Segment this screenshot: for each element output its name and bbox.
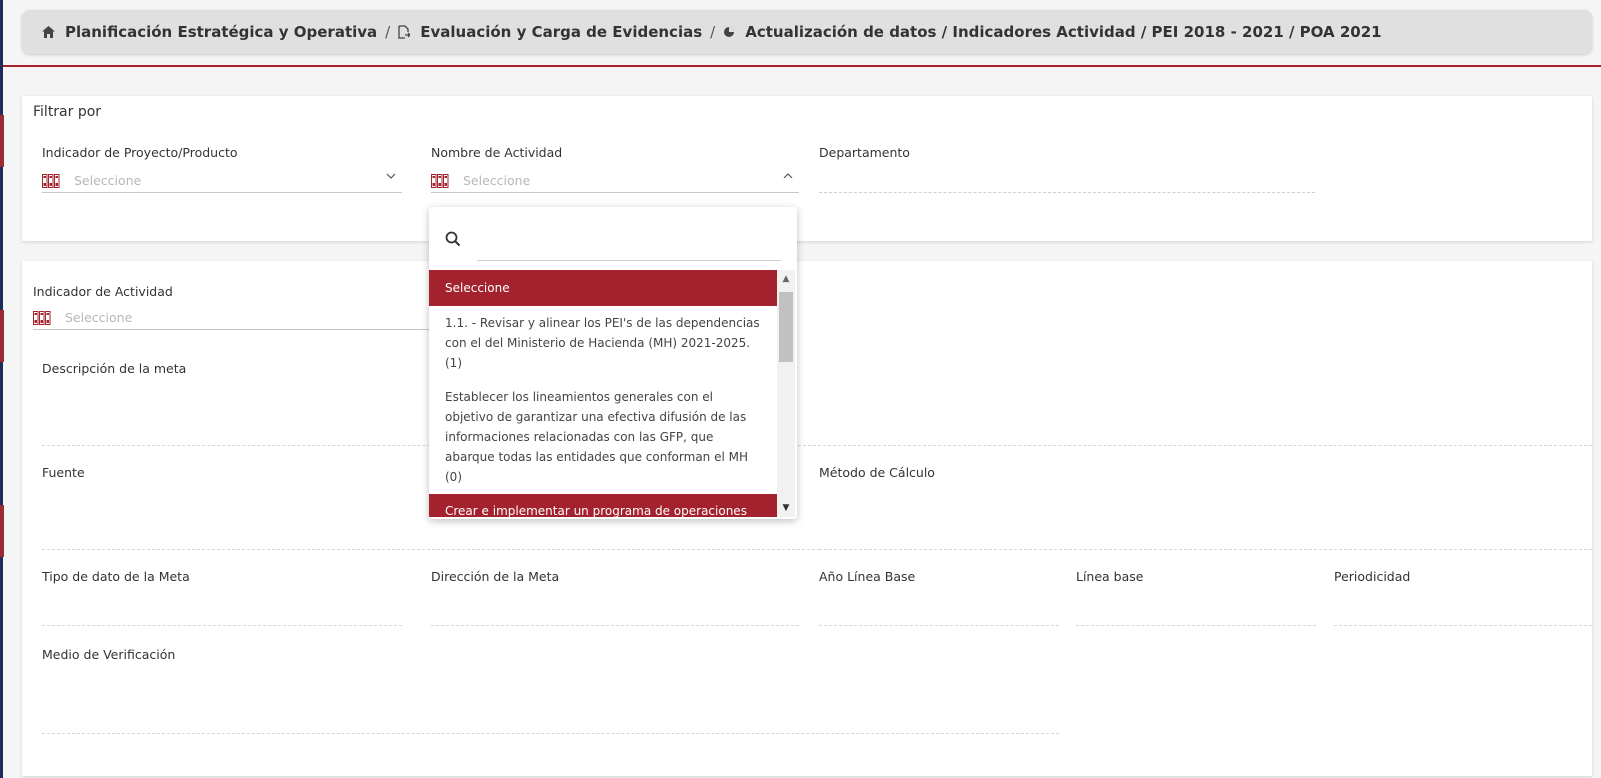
dropdown-option[interactable]: Establecer los lineamientos generales co…	[429, 380, 777, 494]
scrollbar-thumb[interactable]	[779, 292, 793, 362]
departamento-label: Departamento	[819, 145, 910, 160]
filter-card: Filtrar por Indicador de Proyecto/Produc…	[22, 96, 1592, 241]
medio-verificacion-label: Medio de Verificación	[42, 647, 176, 662]
chevron-down-icon	[386, 171, 396, 184]
linea-base-field[interactable]	[1076, 625, 1316, 626]
indicador-proyecto-label: Indicador de Proyecto/Producto	[42, 145, 238, 160]
indicator-detail-card: Indicador de Actividad Seleccione Descri…	[22, 261, 1592, 776]
dropdown-option-highlighted[interactable]: Crear e implementar un programa de opera…	[429, 494, 777, 517]
fuente-label: Fuente	[42, 465, 85, 480]
tipo-dato-meta-label: Tipo de dato de la Meta	[42, 569, 190, 584]
nombre-actividad-select[interactable]: Seleccione	[431, 169, 799, 193]
indicador-actividad-label: Indicador de Actividad	[33, 284, 173, 299]
indicador-actividad-placeholder: Seleccione	[65, 310, 133, 325]
chevron-up-icon	[783, 171, 793, 184]
anio-linea-base-field[interactable]	[819, 625, 1059, 626]
breadcrumb-separator: /	[385, 23, 391, 41]
breadcrumb-separator: /	[710, 23, 716, 41]
binder-icon	[33, 310, 51, 325]
pie-chart-icon	[723, 26, 735, 38]
file-export-icon	[398, 25, 411, 39]
periodicidad-label: Periodicidad	[1334, 569, 1411, 584]
departamento-field[interactable]	[819, 169, 1315, 193]
rail-marker	[0, 505, 4, 557]
dropdown-search-input[interactable]	[477, 225, 781, 261]
dropdown-option[interactable]: 1.1. - Revisar y alinear los PEI's de la…	[429, 306, 777, 380]
dropdown-search	[445, 225, 781, 261]
rail-marker	[0, 310, 4, 362]
binder-icon	[42, 173, 60, 188]
breadcrumb-item-planificacion[interactable]: Planificación Estratégica y Operativa	[65, 23, 377, 41]
descripcion-meta-field[interactable]	[42, 445, 1592, 446]
nombre-actividad-placeholder: Seleccione	[463, 173, 531, 188]
scroll-up-icon[interactable]: ▲	[777, 274, 795, 284]
linea-base-label: Línea base	[1076, 569, 1144, 584]
indicador-proyecto-select[interactable]: Seleccione	[42, 169, 402, 193]
nombre-actividad-dropdown: Seleccione 1.1. - Revisar y alinear los …	[429, 207, 797, 519]
dropdown-scrollbar[interactable]: ▲ ▼	[777, 270, 795, 517]
periodicidad-field[interactable]	[1334, 625, 1592, 626]
anio-linea-base-label: Año Línea Base	[819, 569, 916, 584]
breadcrumb-item-evaluacion[interactable]: Evaluación y Carga de Evidencias	[420, 23, 702, 41]
direccion-meta-field[interactable]	[431, 625, 799, 626]
metodo-calculo-label: Método de Cálculo	[819, 465, 935, 480]
direccion-meta-label: Dirección de la Meta	[431, 569, 560, 584]
medio-verificacion-field[interactable]	[42, 733, 1059, 734]
scroll-down-icon[interactable]: ▼	[777, 503, 795, 513]
breadcrumb-item-actualizacion: Actualización de datos / Indicadores Act…	[745, 23, 1382, 41]
nombre-actividad-label: Nombre de Actividad	[431, 145, 563, 160]
indicador-actividad-select[interactable]: Seleccione	[33, 306, 433, 330]
dropdown-options: Seleccione 1.1. - Revisar y alinear los …	[429, 270, 777, 517]
binder-icon	[431, 173, 449, 188]
home-icon	[42, 26, 55, 38]
filter-title: Filtrar por	[33, 104, 102, 120]
rail-marker	[0, 115, 4, 167]
breadcrumb: Planificación Estratégica y Operativa / …	[22, 10, 1592, 54]
tipo-dato-meta-field[interactable]	[42, 625, 402, 626]
metodo-calculo-field[interactable]	[819, 549, 1592, 550]
fuente-field[interactable]	[42, 549, 820, 550]
dropdown-option-seleccione[interactable]: Seleccione	[429, 270, 777, 306]
indicador-proyecto-placeholder: Seleccione	[74, 173, 142, 188]
header-divider	[3, 65, 1601, 67]
search-icon	[445, 231, 461, 251]
descripcion-meta-label: Descripción de la meta	[42, 361, 187, 376]
